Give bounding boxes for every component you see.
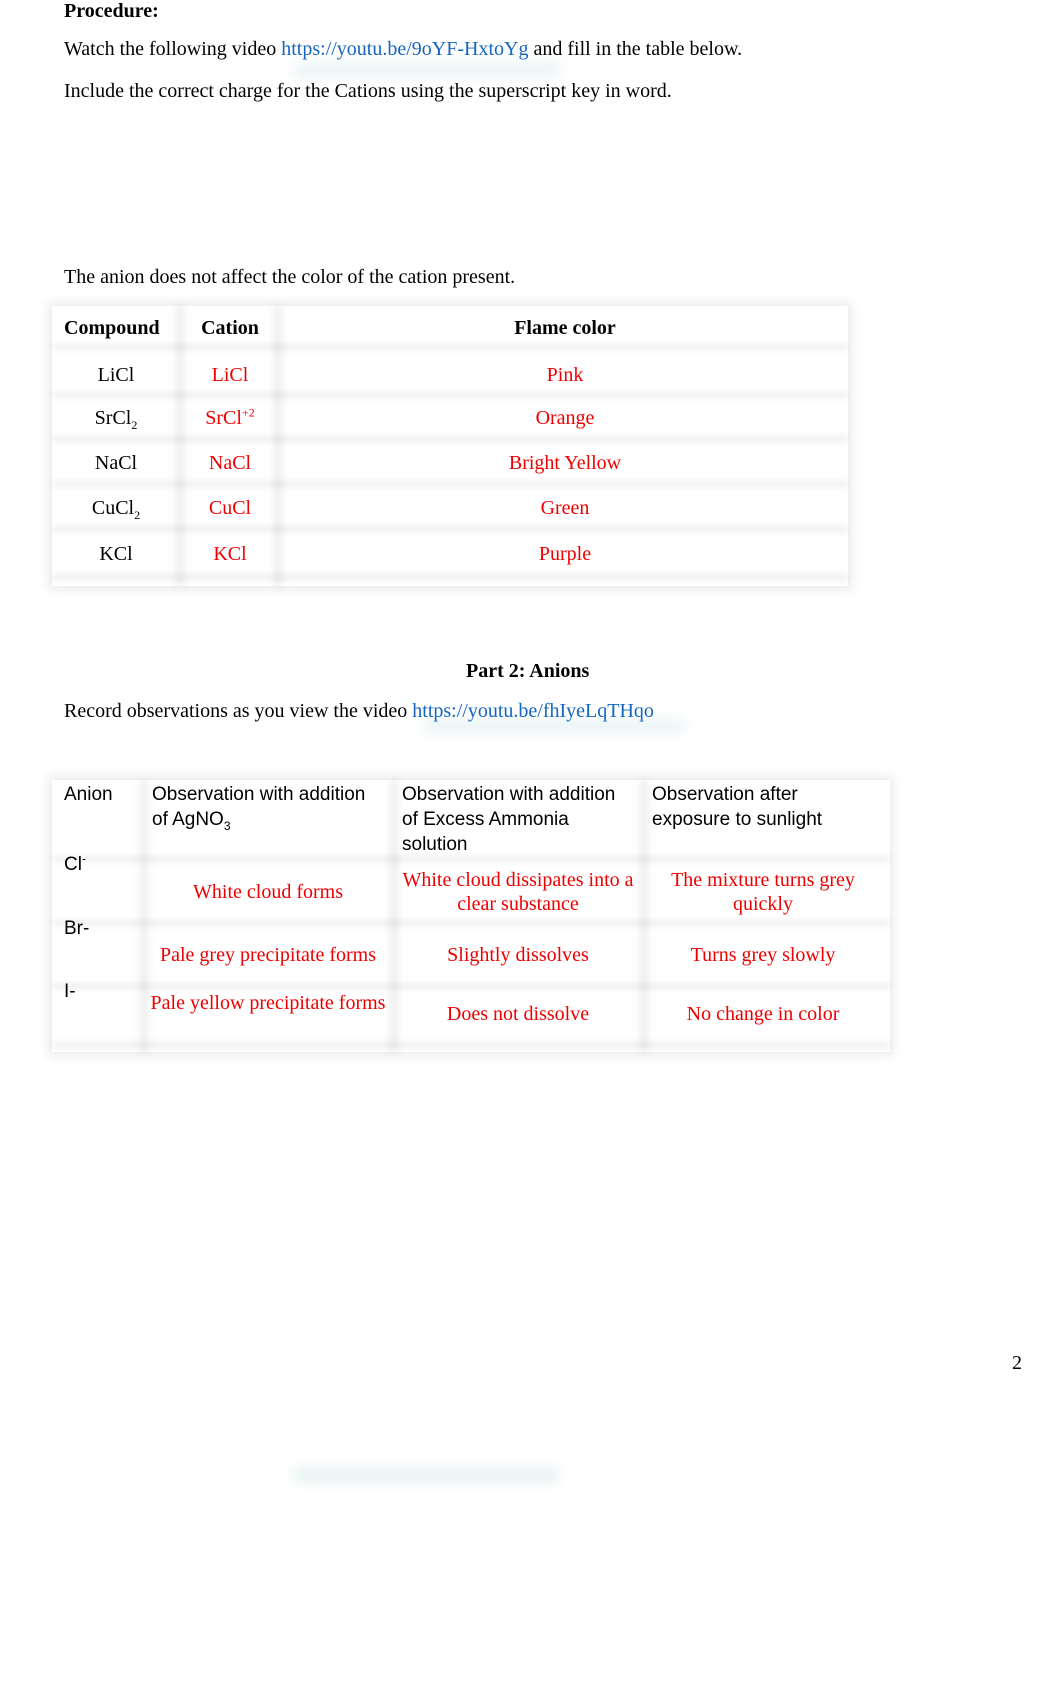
ammonia-observation: White cloud dissipates into a clear subs… (402, 869, 634, 915)
procedure-heading: Procedure: (64, 0, 159, 22)
table-row-cation: SrCl+2 (205, 405, 255, 429)
charge-instruction: Include the correct charge for the Catio… (64, 80, 672, 102)
link-highlight (292, 62, 562, 78)
ammonia-observation: Does not dissolve (446, 1003, 590, 1025)
table-row-compound: LiCl (97, 364, 135, 386)
flame-color-table: Compound Cation Flame color LiCl LiCl Pi… (52, 306, 848, 586)
table-row-cation: KCl (213, 543, 247, 565)
header-ammonia: Observation with addition of Excess Ammo… (402, 784, 616, 855)
part2-heading: Part 2: Anions (466, 660, 590, 682)
anion-observation-table: Anion Observation with addition of AgNO3… (52, 780, 890, 1052)
table-row-compound: KCl (99, 543, 133, 565)
watch-suffix: and fill in the table below. (528, 38, 743, 60)
sunlight-observation: No change in color (686, 1003, 840, 1025)
table-row-cation: LiCl (211, 364, 249, 386)
record-instruction: Record observations as you view the vide… (64, 700, 654, 723)
table-row-compound: CuCl2 (91, 497, 141, 522)
table-row-flame: Bright Yellow (508, 452, 622, 474)
header-flame-color: Flame color (514, 317, 616, 339)
sunlight-observation: Turns grey slowly (690, 944, 836, 966)
table-row-flame: Purple (538, 543, 592, 565)
decorative-blur (292, 1466, 560, 1484)
anion-note: The anion does not affect the color of t… (64, 266, 516, 288)
anion-label: Cl- (64, 851, 86, 875)
table-row-compound: SrCl2 (94, 407, 138, 432)
record-prefix: Record observations as you view the vide… (64, 700, 413, 722)
video-link-2[interactable]: https://youtu.be/fhIyeLqTHqo (412, 700, 654, 722)
header-anion: Anion (64, 784, 113, 805)
header-cation: Cation (201, 317, 259, 339)
watch-instruction: Watch the following video https://youtu.… (64, 38, 742, 61)
table-row-flame: Pink (546, 364, 584, 386)
header-agno3: Observation with addition of AgNO3 (152, 784, 366, 833)
anion-label: I- (64, 981, 76, 1002)
sunlight-observation: The mixture turns grey quickly (671, 869, 855, 915)
table-row-compound: NaCl (94, 452, 138, 474)
header-compound: Compound (64, 317, 160, 339)
table-row-flame: Orange (535, 407, 595, 429)
table-row-cation: CuCl (208, 497, 252, 519)
agno3-observation: Pale yellow precipitate forms (150, 992, 386, 1014)
watch-prefix: Watch the following video (64, 38, 282, 60)
ammonia-observation: Slightly dissolves (447, 944, 589, 966)
agno3-observation: White cloud forms (193, 881, 343, 903)
table-row-flame: Green (540, 497, 590, 519)
page-number: 2 (1012, 1352, 1022, 1374)
video-link-1[interactable]: https://youtu.be/9oYF-HxtoYg (281, 38, 528, 60)
agno3-observation: Pale grey precipitate forms (159, 944, 377, 966)
header-sunlight: Observation after exposure to sunlight (652, 784, 823, 830)
table-row-cation: NaCl (208, 452, 252, 474)
anion-label: Br- (64, 918, 90, 939)
